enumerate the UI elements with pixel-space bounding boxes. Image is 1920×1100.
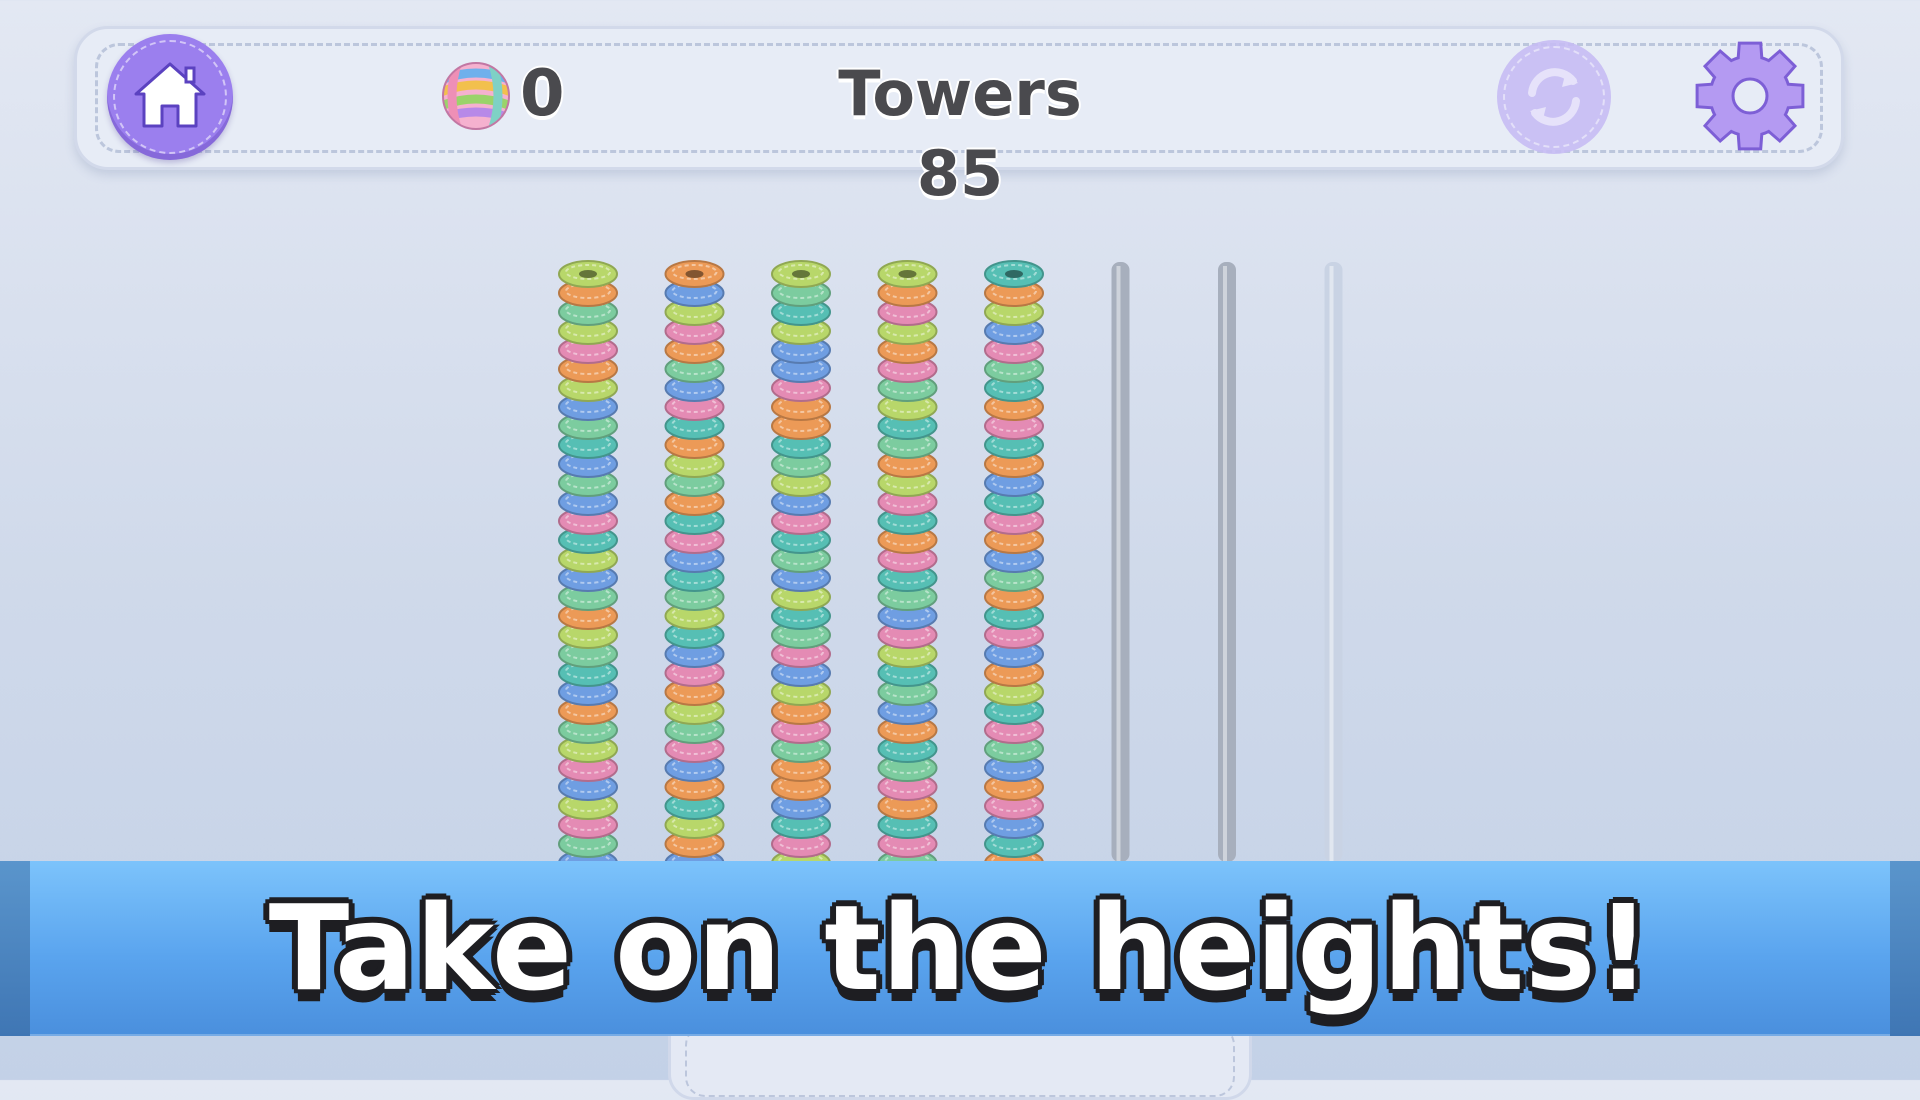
tower-pole-highlight <box>1116 266 1121 862</box>
ring-hole <box>792 270 810 278</box>
tower-pole-highlight <box>1223 266 1227 862</box>
ring-hole <box>1005 270 1023 278</box>
ring-hole <box>898 270 917 278</box>
tower-3[interactable] <box>771 260 831 877</box>
tower-1[interactable] <box>558 260 618 877</box>
ring-hole <box>685 270 704 278</box>
tower-8[interactable] <box>1324 262 1343 862</box>
tower-6[interactable] <box>1111 262 1130 862</box>
banner-text: Take on the heights! <box>268 879 1652 1017</box>
tower-4[interactable] <box>877 260 938 877</box>
tower-2[interactable] <box>664 260 725 877</box>
tower-pole-highlight <box>1329 266 1334 862</box>
promo-banner: Take on the heights! <box>0 861 1920 1036</box>
ring-hole <box>579 270 597 278</box>
tower-7[interactable] <box>1218 262 1236 862</box>
tower-5[interactable] <box>984 260 1044 877</box>
